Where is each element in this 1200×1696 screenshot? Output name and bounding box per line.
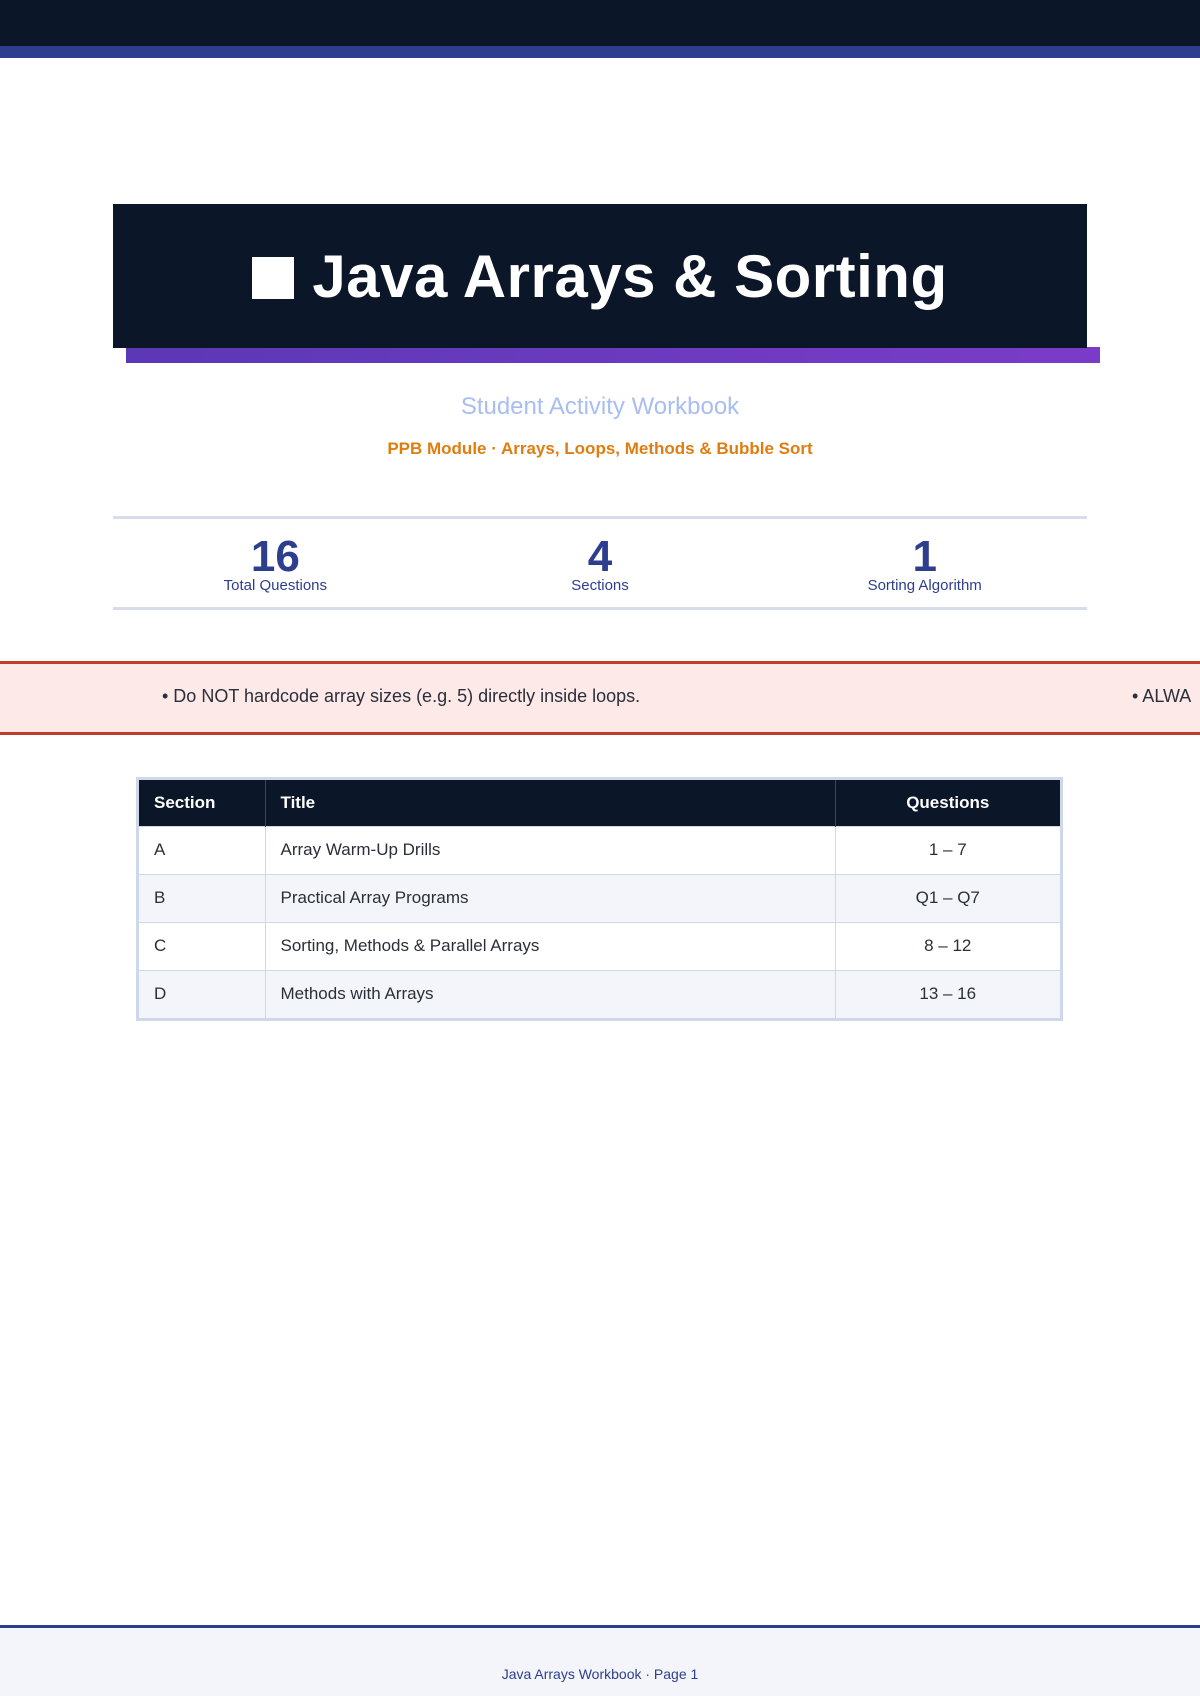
table-row: A Array Warm-Up Drills 1 – 7 [139, 825, 1060, 874]
cell-section: A [139, 825, 266, 874]
cell-title: Methods with Arrays [265, 969, 836, 1018]
column-header-title: Title [265, 780, 836, 826]
cell-section: C [139, 921, 266, 970]
subtitle: Student Activity Workbook [460, 393, 740, 420]
page-footer: Java Arrays Workbook · Page 1 [0, 1628, 1200, 1696]
notice-banner: • Do NOT hardcode array sizes (e.g. 5) d… [0, 661, 1200, 735]
cell-questions: 13 – 16 [835, 969, 1060, 1018]
stat-label: Sections [571, 577, 629, 594]
cell-section: D [139, 969, 266, 1018]
footer-text: Java Arrays Workbook · Page 1 [501, 1666, 699, 1682]
table-header-row: Section Title Questions [139, 780, 1060, 826]
cell-questions: Q1 – Q7 [835, 873, 1060, 922]
stat-sorting-algorithm: 1 Sorting Algorithm [762, 519, 1087, 607]
stat-total-questions: 16 Total Questions [113, 519, 438, 607]
square-icon [252, 257, 295, 299]
title-banner: Java Arrays & Sorting [113, 204, 1100, 363]
sections-table: Section Title Questions A Array Warm-Up … [136, 777, 1063, 1021]
table-row: B Practical Array Programs Q1 – Q7 [139, 873, 1060, 922]
table-row: D Methods with Arrays 13 – 16 [139, 969, 1060, 1018]
stats-strip: 16 Total Questions 4 Sections 1 Sorting … [113, 516, 1087, 610]
notice-item: • Do NOT hardcode array sizes (e.g. 5) d… [162, 686, 641, 706]
stat-sections: 4 Sections [438, 519, 763, 607]
stat-label: Total Questions [223, 577, 328, 594]
title-box: Java Arrays & Sorting [113, 204, 1087, 348]
column-header-section: Section [139, 780, 266, 826]
module-line: PPB Module · Arrays, Loops, Methods & Bu… [387, 439, 813, 458]
notice-item: • ALWA [1132, 686, 1192, 706]
column-header-questions: Questions [835, 780, 1060, 826]
stat-value: 4 [587, 532, 613, 581]
title-underline [126, 347, 1100, 363]
cell-title: Array Warm-Up Drills [265, 825, 836, 874]
cell-title: Sorting, Methods & Parallel Arrays [265, 921, 836, 970]
stat-label: Sorting Algorithm [867, 577, 982, 594]
top-bar [0, 0, 1200, 46]
stat-value: 16 [250, 532, 300, 581]
cell-title: Practical Array Programs [265, 873, 836, 922]
cell-section: B [139, 873, 266, 922]
stat-value: 1 [912, 532, 937, 581]
cell-questions: 8 – 12 [835, 921, 1060, 970]
top-accent-bar [0, 46, 1200, 58]
cell-questions: 1 – 7 [835, 825, 1060, 874]
page-title: Java Arrays & Sorting [312, 242, 948, 310]
table-row: C Sorting, Methods & Parallel Arrays 8 –… [139, 921, 1060, 970]
